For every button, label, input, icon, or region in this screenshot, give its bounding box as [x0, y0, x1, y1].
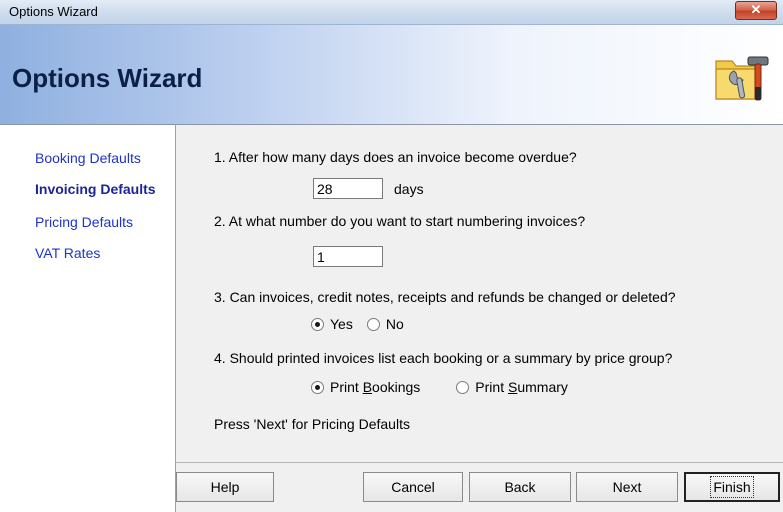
- radio-print-bookings-label: Print Bookings: [330, 379, 421, 395]
- question-invoice-start-number-label: 2. At what number do you want to start n…: [214, 213, 586, 229]
- radio-print-bookings-indicator[interactable]: [311, 380, 324, 394]
- sidebar-item-pricing-defaults[interactable]: Pricing Defaults: [35, 214, 133, 230]
- days-unit-label: days: [394, 181, 424, 197]
- sidebar-item-invoicing-defaults[interactable]: Invoicing Defaults: [35, 181, 156, 197]
- sidebar-item-booking-defaults[interactable]: Booking Defaults: [35, 150, 141, 166]
- tools-wizard-icon: [715, 56, 769, 101]
- title-bar: Options Wizard ✕: [0, 0, 783, 25]
- close-icon: ✕: [750, 2, 762, 17]
- radio-no-label: No: [385, 316, 404, 332]
- back-button[interactable]: Back: [469, 472, 571, 502]
- radio-yes-label: Yes: [330, 316, 353, 332]
- print-format-radio-group: Print Bookings Print Summary: [311, 379, 568, 395]
- radio-print-bookings[interactable]: Print Bookings: [311, 379, 420, 395]
- next-button[interactable]: Next: [576, 472, 678, 502]
- question-overdue-days-label: 1. After how many days does an invoice b…: [214, 149, 577, 165]
- radio-print-summary-label: Print Summary: [475, 379, 568, 395]
- page-title: Options Wizard: [12, 63, 203, 93]
- invoice-start-number-input[interactable]: [313, 246, 383, 267]
- radio-print-summary-indicator[interactable]: [456, 380, 470, 394]
- overdue-days-input[interactable]: [313, 178, 383, 199]
- sidebar-item-vat-rates[interactable]: VAT Rates: [35, 245, 100, 261]
- cancel-button[interactable]: Cancel: [363, 472, 463, 502]
- radio-yes-indicator[interactable]: [311, 317, 324, 331]
- close-button[interactable]: ✕: [735, 1, 777, 20]
- window-title: Options Wizard: [9, 4, 98, 19]
- help-button[interactable]: Help: [176, 472, 274, 502]
- radio-no[interactable]: No: [366, 316, 404, 332]
- radio-no-indicator[interactable]: [366, 317, 380, 331]
- next-step-hint: Press 'Next' for Pricing Defaults: [214, 416, 410, 432]
- radio-yes[interactable]: Yes: [311, 316, 353, 332]
- wizard-content: 1. After how many days does an invoice b…: [175, 125, 783, 462]
- question-change-delete-label: 3. Can invoices, credit notes, receipts …: [214, 289, 676, 305]
- radio-print-summary[interactable]: Print Summary: [456, 379, 568, 395]
- wizard-header: Options Wizard: [0, 25, 783, 125]
- change-delete-radio-group: Yes No: [311, 316, 404, 332]
- finish-button-label: Finish: [710, 476, 754, 498]
- finish-button[interactable]: Finish: [684, 472, 780, 502]
- question-print-format-label: 4. Should printed invoices list each boo…: [214, 350, 673, 366]
- wizard-sidebar: Booking Defaults Invoicing Defaults Pric…: [0, 125, 174, 511]
- wizard-footer: Help Cancel Back Next Finish: [175, 462, 783, 512]
